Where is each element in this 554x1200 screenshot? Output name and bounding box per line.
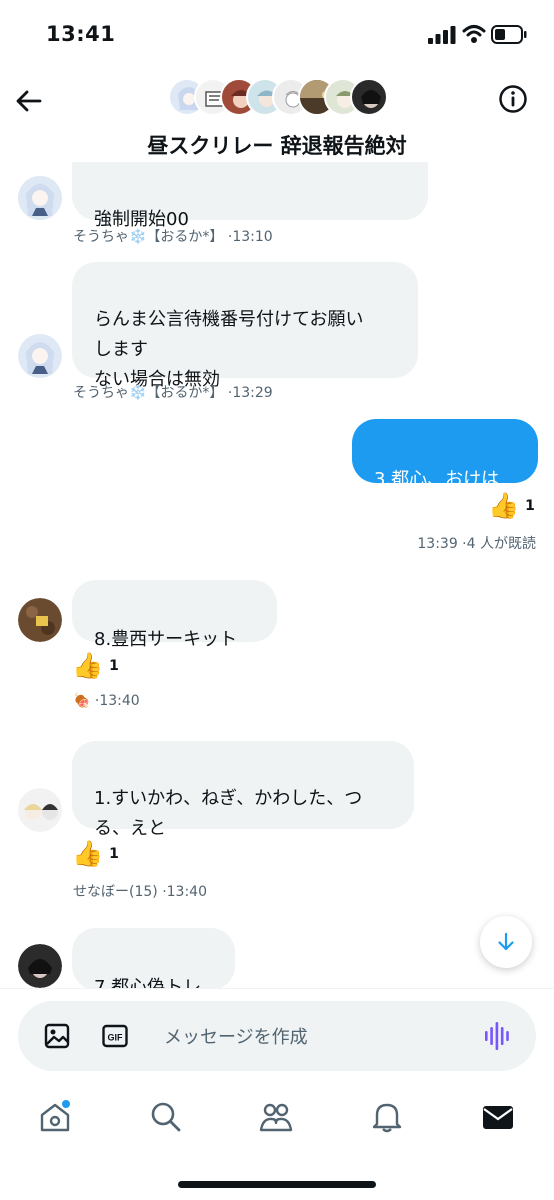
gif-icon[interactable]: GIF bbox=[102, 1023, 128, 1049]
sender-name: そうちゃ❄️【おるか*】 bbox=[73, 229, 224, 245]
image-icon[interactable] bbox=[44, 1023, 70, 1049]
reaction-count: 1 bbox=[109, 846, 119, 862]
avatar[interactable] bbox=[18, 334, 62, 378]
scroll-to-bottom-button[interactable] bbox=[480, 916, 532, 968]
sender-name: そうちゃ❄️【おるか*】 bbox=[73, 385, 224, 401]
battery-icon bbox=[491, 25, 527, 44]
reaction[interactable]: 👍 1 bbox=[488, 492, 535, 520]
reaction[interactable]: 👍 1 bbox=[72, 840, 119, 868]
search-icon[interactable] bbox=[149, 1100, 183, 1134]
message-text: 7.都心偽トレ bbox=[94, 977, 202, 988]
reaction-count: 1 bbox=[109, 658, 119, 674]
conversation-header: 昼スクリレー 辞退報告絶対 bbox=[0, 70, 554, 162]
avatar[interactable] bbox=[18, 176, 62, 220]
message-meta: そうちゃ❄️【おるか*】 ·13:29 bbox=[73, 382, 273, 402]
message-list[interactable]: 強制開始00 そうちゃ❄️【おるか*】 ·13:10 らんま公言待機番号付けてお… bbox=[0, 162, 554, 988]
mail-icon[interactable] bbox=[481, 1100, 515, 1134]
read-receipt: 13:39 ·4 人が既読 bbox=[417, 536, 536, 552]
sender-name: 🍖 bbox=[73, 693, 91, 709]
group-avatars[interactable] bbox=[168, 78, 388, 118]
wifi-icon bbox=[462, 25, 486, 43]
voice-wave-icon[interactable] bbox=[484, 1021, 512, 1051]
avatar[interactable] bbox=[18, 598, 62, 642]
signal-icon bbox=[428, 26, 456, 44]
message-time: ·13:29 bbox=[227, 385, 273, 401]
arrow-down-icon bbox=[498, 932, 514, 951]
avatar[interactable] bbox=[18, 944, 62, 988]
message-text: らんま公言待機番号付けてお願い します ない場合は無効 bbox=[94, 309, 364, 390]
status-time: 13:41 bbox=[46, 22, 116, 46]
message-time: ·13:10 bbox=[227, 229, 273, 245]
gif-label: GIF bbox=[108, 1033, 124, 1043]
message-meta: そうちゃ❄️【おるか*】 ·13:10 bbox=[73, 226, 273, 246]
back-arrow-icon[interactable] bbox=[14, 86, 44, 116]
info-icon[interactable] bbox=[498, 84, 528, 114]
message-bubble[interactable]: 1.すいかわ、ねぎ、かわした、つ る、えと bbox=[72, 741, 414, 839]
message-bubble[interactable]: らんま公言待機番号付けてお願い します ない場合は無効 bbox=[72, 262, 418, 390]
reaction[interactable]: 👍 1 bbox=[72, 652, 119, 680]
message-time: ·13:40 bbox=[94, 693, 140, 709]
message-text: 3.都心、おけは bbox=[374, 469, 500, 490]
message-time: ·13:40 bbox=[162, 884, 207, 900]
message-bubble[interactable]: 7.都心偽トレ bbox=[72, 928, 235, 988]
thumbs-up-icon: 👍 bbox=[72, 651, 104, 680]
group-title: 昼スクリレー 辞退報告絶対 bbox=[147, 134, 407, 158]
message-bubble[interactable]: 8.豊西サーキット bbox=[72, 580, 277, 650]
bell-icon[interactable] bbox=[370, 1100, 404, 1134]
notification-dot bbox=[62, 1100, 70, 1108]
status-bar: 13:41 bbox=[0, 0, 554, 70]
message-text: 1.すいかわ、ねぎ、かわした、つ る、えと bbox=[94, 788, 363, 839]
message-meta: 🍖 ·13:40 bbox=[73, 693, 140, 709]
communities-icon[interactable] bbox=[259, 1100, 293, 1134]
message-text: 8.豊西サーキット bbox=[94, 629, 238, 650]
bottom-tab-bar bbox=[0, 1080, 554, 1200]
thumbs-up-icon: 👍 bbox=[488, 491, 520, 520]
composer-area: GIF メッセージを作成 bbox=[0, 988, 554, 1080]
outgoing-message-bubble[interactable]: 3.都心、おけは bbox=[352, 419, 538, 490]
home-indicator bbox=[178, 1181, 376, 1188]
thumbs-up-icon: 👍 bbox=[72, 839, 104, 868]
message-composer[interactable]: GIF メッセージを作成 bbox=[18, 1001, 536, 1071]
sender-name: せなぼー(15) bbox=[73, 884, 158, 900]
avatar[interactable] bbox=[18, 788, 62, 832]
reaction-count: 1 bbox=[525, 498, 535, 514]
message-bubble[interactable]: 強制開始00 bbox=[72, 162, 428, 230]
message-input[interactable]: メッセージを作成 bbox=[164, 1023, 308, 1049]
message-meta: せなぼー(15) ·13:40 bbox=[73, 881, 207, 901]
home-icon[interactable] bbox=[38, 1100, 72, 1134]
member-avatar bbox=[350, 78, 388, 116]
